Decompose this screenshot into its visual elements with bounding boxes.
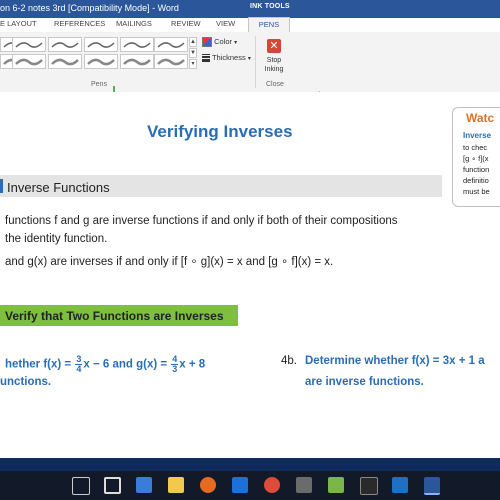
fraction: 34 [75, 354, 83, 374]
section-title: Inverse Functions [7, 180, 110, 195]
app-green-icon[interactable] [328, 477, 344, 493]
folder-icon[interactable] [168, 477, 184, 493]
watch-out-line: definitio [463, 176, 489, 185]
app-dark-icon[interactable] [360, 477, 378, 495]
example-title: Verify that Two Functions are Inverses [5, 309, 224, 323]
firefox-icon[interactable] [200, 477, 216, 493]
definition-line-2: the identity function. [5, 233, 108, 245]
watch-out-line: to chec [463, 143, 488, 152]
example-4a-prompt: hether f(x) = 34x − 6 and g(x) = 43x + 8 [5, 354, 206, 374]
store-icon[interactable] [232, 477, 248, 493]
example-4b-prompt: Determine whether f(x) = 3x + 1 a [305, 355, 485, 367]
fraction: 43 [171, 354, 179, 374]
page-title: Verifying Inverses [147, 122, 293, 141]
chrome-icon[interactable] [264, 477, 280, 493]
section-marker-icon [0, 179, 3, 193]
watch-out-subtitle: Inverse [463, 131, 492, 140]
file-explorer-icon[interactable] [136, 477, 152, 493]
paint-icon[interactable] [296, 477, 312, 493]
edge-browser-icon[interactable] [104, 477, 121, 494]
document-page[interactable]: Verifying Inverses Inverse Functions fun… [0, 92, 500, 458]
example-4b-continuation: are inverse functions. [305, 376, 424, 388]
definition-line-3: and g(x) are inverses if and only if [f … [5, 256, 334, 268]
example-4a-continuation: unctions. [0, 376, 52, 388]
word-icon[interactable] [424, 477, 440, 495]
watch-out-line: must be [463, 187, 490, 196]
watch-out-title: Watc [466, 111, 495, 125]
task-view-icon[interactable] [72, 477, 90, 495]
watch-out-line: function [463, 165, 490, 174]
outlook-icon[interactable] [392, 477, 408, 493]
definition-line-1: functions f and g are inverse functions … [5, 215, 398, 227]
example-4b-number: 4b. [281, 355, 297, 367]
watch-out-line: [g ∘ f](x [463, 154, 489, 163]
